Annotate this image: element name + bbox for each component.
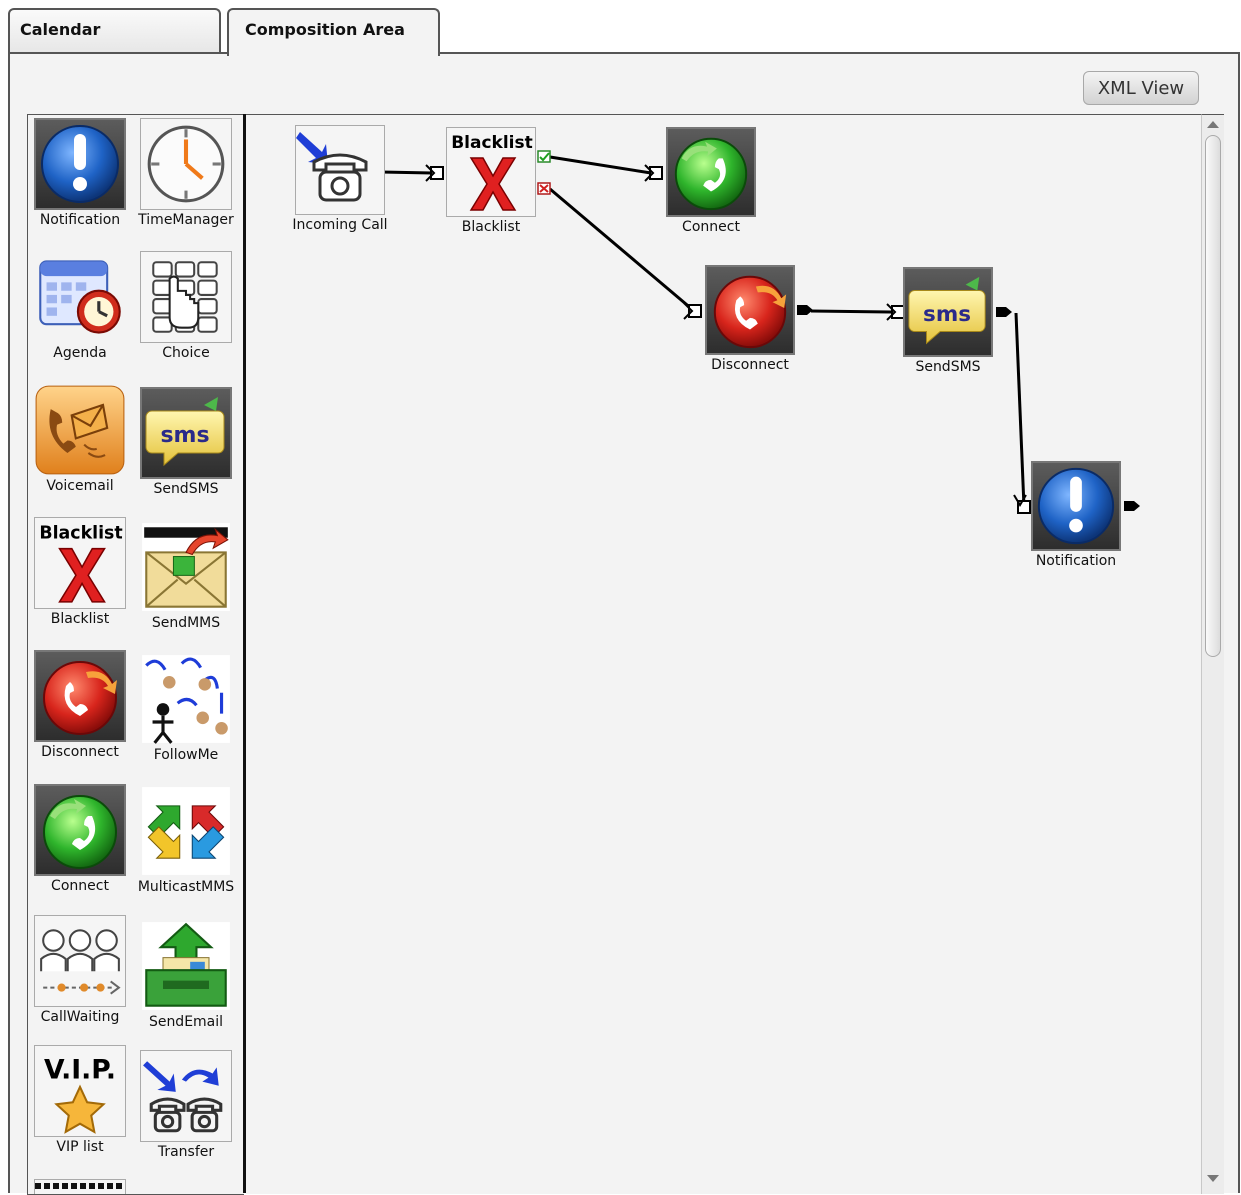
composition-canvas[interactable]: Incoming Call Blacklist Connect Disconne… bbox=[246, 114, 1201, 1194]
scroll-thumb[interactable] bbox=[1205, 135, 1221, 657]
palette-item-label: SendMMS bbox=[151, 615, 221, 631]
palette-item-label: SendSMS bbox=[153, 481, 219, 497]
palette-item-timemanager[interactable]: TimeManager bbox=[134, 118, 238, 228]
palette-item-label: MulticastMMS bbox=[137, 879, 235, 895]
palette-item-label: CallWaiting bbox=[40, 1009, 120, 1025]
wire-disconnect-to-sendsms bbox=[810, 309, 893, 314]
send-email-icon bbox=[142, 922, 230, 1010]
voicemail-icon bbox=[35, 385, 125, 475]
palette-item-notification[interactable]: Notification bbox=[28, 118, 132, 228]
palette-item-voicemail[interactable]: Voicemail bbox=[28, 384, 132, 494]
palette-item-label: SendEmail bbox=[148, 1014, 224, 1030]
tab-composition-area-label: Composition Area bbox=[245, 20, 405, 39]
node-incoming-call[interactable]: Incoming Call bbox=[270, 125, 410, 233]
sms-icon bbox=[903, 267, 993, 357]
notification-icon bbox=[1031, 461, 1121, 551]
palette-item-multicastmms[interactable]: MulticastMMS bbox=[134, 785, 238, 895]
node-label: Incoming Call bbox=[292, 217, 388, 233]
palette-item-callwaiting[interactable]: CallWaiting bbox=[28, 915, 132, 1025]
palette-item-choice[interactable]: Choice bbox=[134, 251, 238, 361]
palette-item-label: Connect bbox=[51, 878, 109, 894]
palette-item-label: VIP list bbox=[56, 1139, 104, 1155]
node-disconnect[interactable]: Disconnect bbox=[698, 265, 802, 373]
tab-calendar[interactable]: Calendar bbox=[8, 8, 221, 54]
followme-icon bbox=[142, 655, 230, 744]
clock-icon bbox=[140, 118, 232, 210]
palette-item-vip-list[interactable]: V.I.P. VIP list bbox=[28, 1045, 132, 1155]
palette-item-sendsms[interactable]: SendSMS bbox=[134, 387, 238, 497]
palette-item-label: TimeManager bbox=[138, 212, 234, 228]
palette-item-sendemail[interactable]: SendEmail bbox=[134, 920, 238, 1030]
palette-item-label: Blacklist bbox=[50, 611, 110, 627]
palette-item-label: Notification bbox=[39, 212, 121, 228]
incoming-call-icon bbox=[295, 125, 385, 215]
disconnect-icon bbox=[34, 650, 126, 742]
palette-item-label: Disconnect bbox=[41, 744, 119, 760]
connect-icon bbox=[666, 127, 756, 217]
node-notification[interactable]: Notification bbox=[1026, 461, 1126, 569]
scroll-up-icon[interactable] bbox=[1207, 121, 1219, 128]
node-label: Disconnect bbox=[711, 357, 789, 373]
wire-blacklist-allow-to-connect bbox=[549, 155, 652, 175]
xml-view-button[interactable]: XML View bbox=[1083, 71, 1199, 105]
blacklist-icon bbox=[34, 517, 126, 609]
palette-item-label: Voicemail bbox=[46, 478, 114, 494]
component-palette: Notification TimeManager Agenda Choice V… bbox=[27, 114, 244, 1195]
scroll-down-icon[interactable] bbox=[1207, 1175, 1219, 1182]
canvas-scrollbar[interactable] bbox=[1201, 114, 1224, 1194]
palette-item-agenda[interactable]: Agenda bbox=[28, 251, 132, 361]
palette-item-label: Transfer bbox=[157, 1144, 215, 1160]
disconnect-icon bbox=[705, 265, 795, 355]
tab-calendar-label: Calendar bbox=[20, 20, 101, 39]
mms-icon bbox=[142, 523, 230, 611]
palette-item-sendmms[interactable]: SendMMS bbox=[134, 521, 238, 631]
palette-item-label: Choice bbox=[162, 345, 210, 361]
node-connect[interactable]: Connect bbox=[664, 127, 758, 235]
vip-icon: V.I.P. bbox=[34, 1045, 126, 1137]
sms-icon bbox=[140, 387, 232, 479]
call-waiting-icon bbox=[34, 915, 126, 1007]
node-sendsms[interactable]: SendSMS bbox=[902, 267, 994, 375]
node-blacklist[interactable]: Blacklist bbox=[444, 127, 538, 235]
connect-icon bbox=[34, 784, 126, 876]
palette-item-connect[interactable]: Connect bbox=[28, 784, 132, 894]
calendar-icon bbox=[39, 260, 121, 334]
palette-item-label: FollowMe bbox=[153, 747, 219, 763]
multicast-icon bbox=[142, 787, 230, 875]
transfer-icon bbox=[140, 1050, 232, 1142]
tab-composition-area[interactable]: Composition Area bbox=[227, 8, 440, 56]
palette-item-label: Agenda bbox=[53, 345, 107, 361]
wire-sendsms-to-notification bbox=[1014, 312, 1026, 508]
node-label: Blacklist bbox=[461, 219, 521, 235]
whitelist-icon bbox=[35, 1183, 125, 1189]
node-label: SendSMS bbox=[915, 359, 981, 375]
palette-item-disconnect[interactable]: Disconnect bbox=[28, 650, 132, 760]
blacklist-icon bbox=[446, 127, 536, 217]
keypad-icon bbox=[140, 251, 232, 343]
palette-item-blacklist[interactable]: Blacklist bbox=[28, 517, 132, 627]
palette-item-transfer[interactable]: Transfer bbox=[134, 1050, 238, 1160]
notification-icon bbox=[34, 118, 126, 210]
node-label: Connect bbox=[682, 219, 740, 235]
node-label: Notification bbox=[1035, 553, 1117, 569]
svg-text:V.I.P.: V.I.P. bbox=[44, 1055, 116, 1086]
palette-item-followme[interactable]: FollowMe bbox=[134, 653, 238, 763]
